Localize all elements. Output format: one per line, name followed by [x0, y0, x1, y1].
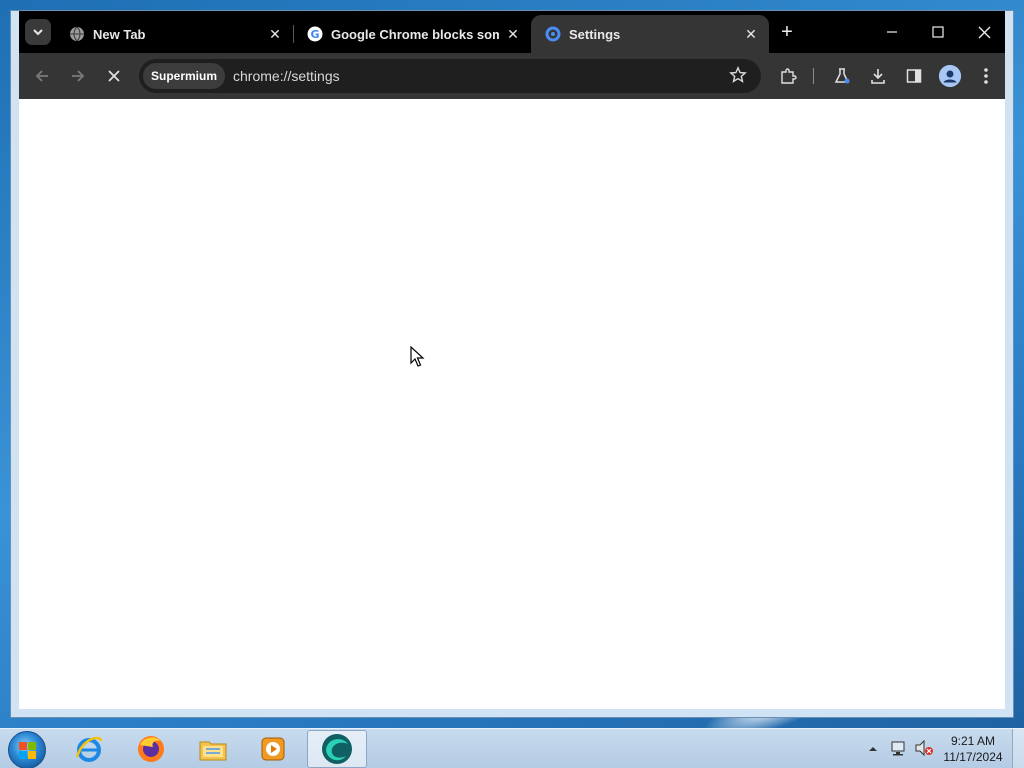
globe-icon	[69, 26, 85, 42]
url-text[interactable]: chrome://settings	[233, 68, 340, 84]
more-vertical-icon	[984, 68, 988, 84]
new-tab-button[interactable]: +	[777, 21, 797, 43]
bookmark-star-icon[interactable]	[729, 66, 747, 89]
close-icon[interactable]: ✕	[505, 26, 521, 43]
close-window-button[interactable]	[961, 19, 1007, 45]
maximize-button[interactable]	[915, 19, 961, 45]
minimize-icon	[887, 31, 897, 33]
stop-x-icon	[108, 70, 120, 82]
windows-logo-icon	[19, 742, 37, 760]
profile-button[interactable]	[937, 63, 963, 89]
menu-button[interactable]	[973, 63, 999, 89]
flask-icon	[834, 68, 850, 84]
downloads-button[interactable]	[865, 63, 891, 89]
tab-label: New Tab	[93, 26, 146, 42]
page-content	[19, 99, 1005, 709]
settings-gear-icon	[545, 26, 561, 42]
address-bar[interactable]: Supermium chrome://settings	[139, 59, 761, 93]
maximize-icon	[932, 26, 944, 38]
back-button[interactable]	[29, 63, 55, 89]
puzzle-piece-icon	[781, 68, 797, 84]
close-icon	[978, 26, 990, 38]
mouse-cursor-icon	[410, 346, 425, 367]
internet-explorer-icon[interactable]	[72, 733, 106, 765]
close-icon[interactable]: ✕	[743, 26, 759, 43]
arrow-left-icon	[35, 70, 48, 82]
browser-toolbar: Supermium chrome://settings	[19, 53, 1005, 99]
clock-date: 11/17/2024	[943, 750, 1003, 764]
network-icon[interactable]	[890, 739, 908, 768]
tab-label: Google Chrome blocks some d	[331, 26, 499, 42]
minimize-button[interactable]	[869, 19, 915, 45]
tab-label: Settings	[569, 26, 621, 42]
chevron-down-icon	[33, 29, 43, 36]
media-player-icon[interactable]	[256, 733, 290, 765]
site-info-chip[interactable]: Supermium	[143, 63, 226, 89]
tab-google-chrome-blocks[interactable]: G Google Chrome blocks some d ✕	[293, 15, 531, 53]
volume-muted-icon[interactable]	[914, 739, 934, 768]
start-button[interactable]	[8, 731, 46, 768]
tab-settings[interactable]: Settings ✕	[531, 15, 769, 53]
system-clock[interactable]: 9:21 AM 11/17/2024	[938, 733, 1008, 765]
tray-expand-icon[interactable]	[868, 741, 878, 768]
svg-text:G: G	[310, 28, 319, 41]
clock-time: 9:21 AM	[950, 734, 996, 748]
show-desktop-button[interactable]	[1012, 729, 1024, 768]
labs-button[interactable]	[829, 63, 855, 89]
forward-button[interactable]	[65, 63, 91, 89]
side-panel-icon	[906, 69, 922, 83]
toolbar-divider	[813, 68, 814, 84]
side-panel-button[interactable]	[901, 63, 927, 89]
tab-new-tab[interactable]: New Tab ✕	[55, 15, 293, 53]
browser-frame: New Tab ✕ G Google Chrome blocks some d …	[19, 11, 1005, 709]
browser-window: New Tab ✕ G Google Chrome blocks some d …	[10, 10, 1014, 718]
download-icon	[871, 69, 885, 84]
firefox-icon[interactable]	[134, 733, 168, 765]
close-icon[interactable]: ✕	[267, 26, 283, 43]
file-explorer-icon[interactable]	[196, 733, 230, 765]
stop-loading-button[interactable]	[101, 63, 127, 89]
extensions-button[interactable]	[775, 63, 801, 89]
taskbar: 9:21 AM 11/17/2024	[0, 728, 1024, 768]
tab-strip: New Tab ✕ G Google Chrome blocks some d …	[19, 11, 1005, 53]
supermium-browser-icon[interactable]	[307, 730, 367, 768]
google-g-icon: G	[307, 26, 323, 42]
avatar-icon	[939, 65, 961, 87]
arrow-right-icon	[72, 70, 85, 82]
tab-search-button[interactable]	[25, 19, 51, 45]
